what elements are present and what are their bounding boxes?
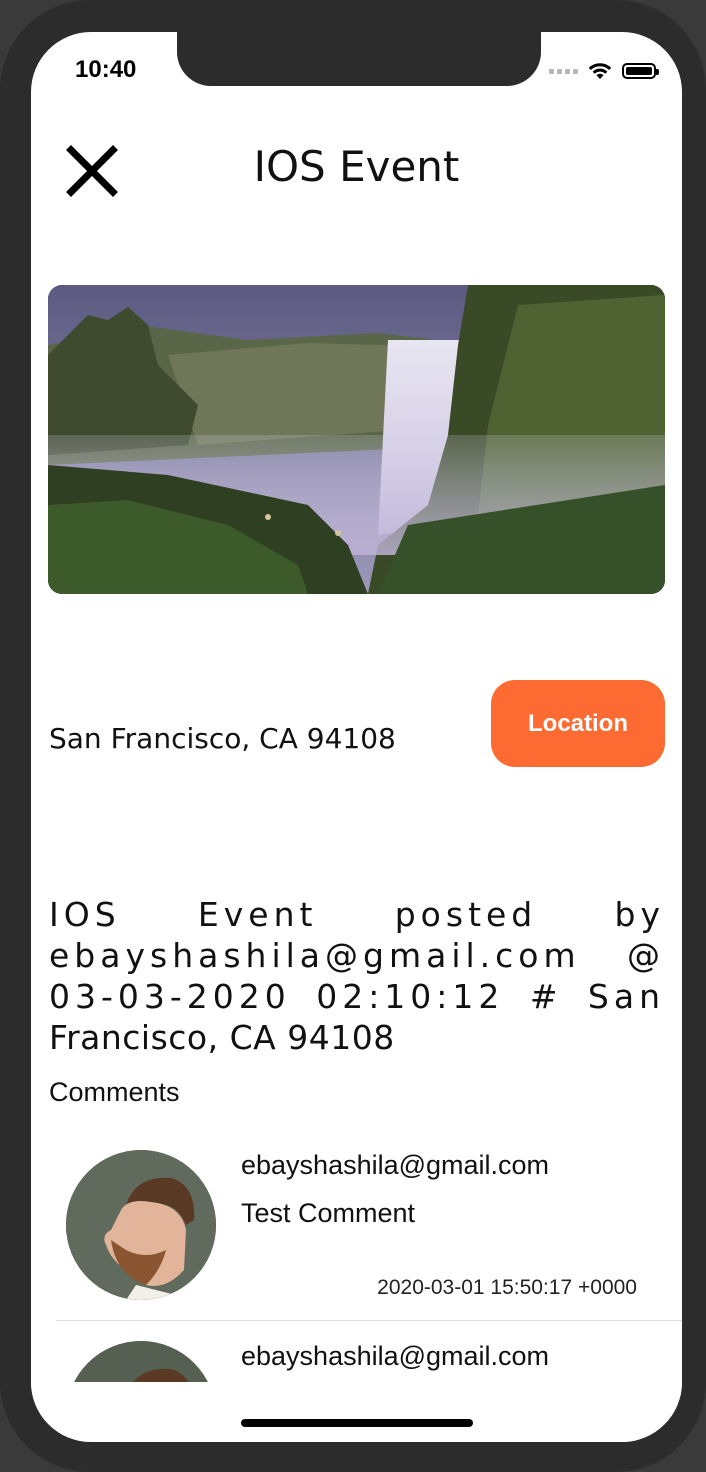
cellular-signal-icon (549, 68, 578, 74)
status-time: 10:40 (75, 56, 137, 83)
app-screen: 10:40 IOS Event San Francisco, CA 94108 … (31, 32, 682, 1442)
location-button[interactable]: Location (491, 680, 665, 767)
description-line: Francisco, CA 94108 (49, 1018, 395, 1057)
comment-author: ebayshashila@gmail.com (241, 1341, 550, 1371)
wifi-icon (588, 63, 612, 79)
description-line: 03-03-2020 02:10:12 # San (49, 977, 665, 1016)
event-image (48, 285, 665, 594)
comment-item[interactable]: ebayshashila@gmail.com Test Comment 2020… (31, 1150, 682, 1340)
description-line: IOS Event posted by (49, 895, 665, 934)
phone-frame: 10:40 IOS Event San Francisco, CA 94108 … (0, 0, 706, 1472)
home-indicator[interactable] (241, 1419, 473, 1427)
description-line: ebayshashila@gmail.com @ (49, 936, 665, 975)
status-icons (549, 60, 659, 82)
comment-text: Test Comment (241, 1198, 416, 1228)
event-address: San Francisco, CA 94108 (49, 722, 396, 755)
bottom-safe-area (31, 1382, 682, 1442)
comment-author: ebayshashila@gmail.com (241, 1150, 550, 1180)
comments-heading: Comments (49, 1077, 180, 1107)
event-description: IOS Event posted by ebayshashila@gmail.c… (49, 894, 665, 1058)
battery-icon (622, 63, 659, 79)
avatar (66, 1150, 216, 1300)
device-notch (177, 32, 541, 86)
comment-timestamp: 2020-03-01 15:50:17 +0000 (377, 1276, 637, 1299)
page-title: IOS Event (253, 142, 460, 191)
divider (56, 1320, 682, 1321)
